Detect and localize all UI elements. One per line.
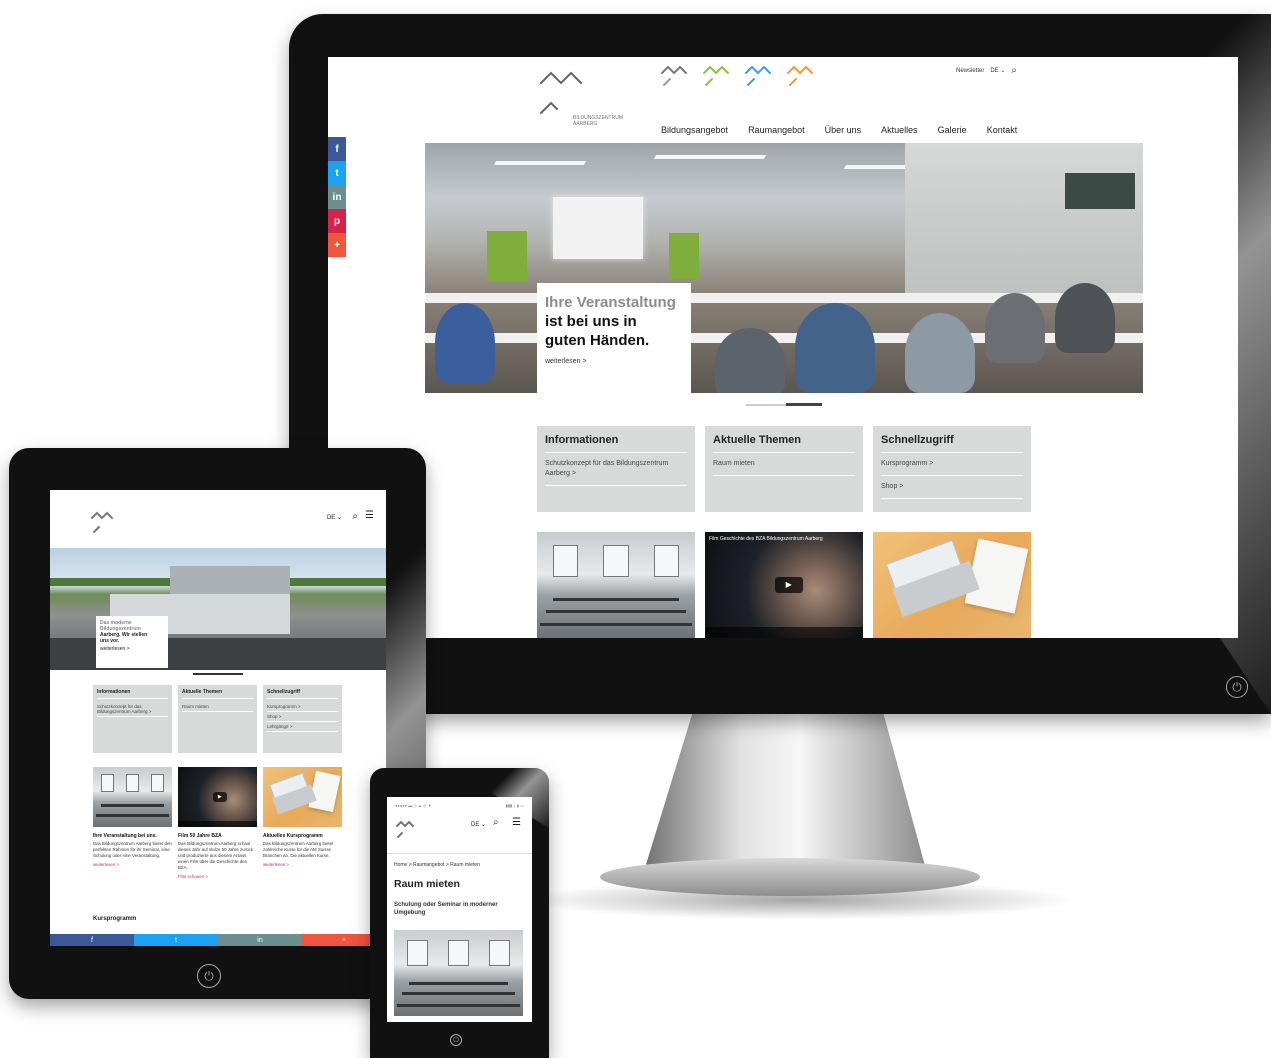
social-share-bar: f t in p + xyxy=(328,137,346,257)
facebook-share-button[interactable]: f xyxy=(50,934,134,946)
status-bar: ●●●●● ▬ ◷ ▲ ◎ ▼ ▮▮▮ ◐ ▮ ▭ xyxy=(395,803,524,808)
card-link[interactable]: Schutzkonzept für das Bildungszentrum Aa… xyxy=(545,453,687,486)
phone-screen: ●●●●● ▬ ◷ ▲ ◎ ▼ ▮▮▮ ◐ ▮ ▭ DE ⌄ ⌕ ☰ Home >… xyxy=(387,797,532,1022)
brand-mark-icon xyxy=(702,63,738,89)
teaser-text: Film 50 Jahre BZA Das Bildungszentrum Aar… xyxy=(178,833,257,880)
teaser-link[interactable]: Film schauen > xyxy=(178,874,257,880)
menu-icon[interactable]: ☰ xyxy=(512,817,521,828)
twitter-share-button[interactable]: t xyxy=(134,934,218,946)
hero-read-more-link[interactable]: weiterlesen > xyxy=(545,358,683,365)
play-icon: ▶ xyxy=(774,576,803,594)
teaser-image-room[interactable] xyxy=(93,767,172,827)
info-card-informationen: Informationen Schutzkonzept für das Bild… xyxy=(537,426,695,512)
hero-headline-2: ist bei uns in xyxy=(545,313,637,330)
monitor-stand-base xyxy=(600,858,980,896)
carousel-indicator[interactable] xyxy=(193,673,243,675)
carousel-indicator[interactable] xyxy=(746,403,822,406)
search-icon[interactable]: ⌕ xyxy=(1011,65,1017,76)
hero-teaser-box: Ihre Veranstaltung ist bei uns in guten … xyxy=(537,283,691,393)
phone-power-icon[interactable]: ⏻ xyxy=(450,1034,462,1046)
room-image xyxy=(394,930,523,1016)
info-card-aktuelle-themen: Aktuelle Themen Raum mieten xyxy=(178,685,257,753)
logo-icon[interactable] xyxy=(90,510,150,540)
monitor-power-icon[interactable]: ⏻ xyxy=(1226,676,1248,698)
brand-marks xyxy=(660,63,822,89)
logo-icon[interactable] xyxy=(395,819,435,843)
teaser-image-room[interactable] xyxy=(537,532,695,638)
search-icon[interactable]: ⌕ xyxy=(493,817,499,828)
pinterest-share-button[interactable]: p xyxy=(328,209,346,233)
tablet-hero-image: Das moderne Bildungszentrum Aarberg. Wir… xyxy=(50,548,386,670)
brand-mark-icon xyxy=(744,63,780,89)
card-link[interactable]: Kursprogramm > xyxy=(881,453,1023,476)
utility-bar: Newsletter DE ⌄ ⌕ xyxy=(956,65,1017,76)
tablet-power-icon[interactable]: ⏻ xyxy=(197,964,221,988)
teaser-link[interactable]: weiterlesen > xyxy=(263,862,342,868)
more-share-button[interactable]: + xyxy=(328,233,346,257)
hero-read-more-link[interactable]: weiterlesen > xyxy=(100,646,164,652)
nav-item-kontakt[interactable]: Kontakt xyxy=(987,125,1018,135)
nav-item-raumangebot[interactable]: Raumangebot xyxy=(748,125,805,135)
info-card-schnellzugriff: Schnellzugriff Kursprogramm > Shop > xyxy=(873,426,1031,512)
hero-headline-3: guten Händen. xyxy=(545,332,650,349)
teaser-image-laptop[interactable] xyxy=(873,532,1031,638)
search-icon[interactable]: ⌕ xyxy=(352,511,358,522)
linkedin-share-button[interactable]: in xyxy=(218,934,302,946)
info-card-informationen: Informationen Schutzkonzept für das Bildu… xyxy=(93,685,172,753)
logo-text: BILDUNGSZENTRUM AARBERG xyxy=(573,115,624,127)
facebook-share-button[interactable]: f xyxy=(328,137,346,161)
teaser-image-laptop[interactable] xyxy=(263,767,342,827)
hero-headline-1: Ihre Veranstaltung xyxy=(545,294,676,311)
nav-item-galerie[interactable]: Galerie xyxy=(938,125,967,135)
play-icon: ▶ xyxy=(212,792,227,802)
tablet-screen: DE ⌄ ⌕ ☰ Das moderne Bildungszentrum Aar… xyxy=(50,490,386,946)
linkedin-share-button[interactable]: in xyxy=(328,185,346,209)
info-card-aktuelle-themen: Aktuelle Themen Raum mieten xyxy=(705,426,863,512)
newsletter-link[interactable]: Newsletter xyxy=(956,68,984,74)
teaser-video-player[interactable]: Film Geschichte des BZA Bildungszentrum … xyxy=(705,532,863,638)
nav-item-aktuelles[interactable]: Aktuelles xyxy=(881,125,918,135)
twitter-share-button[interactable]: t xyxy=(328,161,346,185)
info-card-schnellzugriff: Schnellzugriff Kursprogramm > Shop > Leh… xyxy=(263,685,342,753)
nav-item-bildungsangebot[interactable]: Bildungsangebot xyxy=(661,125,728,135)
language-select[interactable]: DE ⌄ xyxy=(327,514,342,521)
card-link[interactable]: Shop > xyxy=(881,476,1023,499)
page-subtitle: Schulung oder Seminar in moderner Umgebu… xyxy=(394,902,498,916)
language-select[interactable]: DE ⌄ xyxy=(471,821,486,828)
teaser-link[interactable]: weiterlesen > xyxy=(93,862,172,868)
teaser-text: Ihre Veranstaltung bei uns. Das Bildungsz… xyxy=(93,833,172,868)
social-share-bar: f t in + xyxy=(50,934,386,946)
card-link[interactable]: Raum mieten xyxy=(713,453,855,476)
hero-image: Ihre Veranstaltung ist bei uns in guten … xyxy=(425,143,1143,393)
main-nav: Bildungsangebot Raumangebot Über uns Akt… xyxy=(661,125,1017,135)
monitor-screen: BILDUNGSZENTRUM AARBERG Newsletter DE ⌄ … xyxy=(328,57,1238,638)
tablet-hero-teaser: Das moderne Bildungszentrum Aarberg. Wir… xyxy=(96,616,168,668)
teaser-video-player[interactable]: ▶ xyxy=(178,767,257,827)
tablet-header: DE ⌄ ⌕ ☰ xyxy=(50,490,386,548)
section-heading-kursprogramm: Kursprogramm xyxy=(93,916,137,922)
page-title: Raum mieten xyxy=(394,878,460,890)
language-select[interactable]: DE ⌄ xyxy=(990,67,1005,74)
menu-icon[interactable]: ☰ xyxy=(365,510,374,521)
breadcrumb[interactable]: Home > Raumangebot > Raum mieten xyxy=(394,862,480,868)
brand-mark-icon xyxy=(660,63,696,89)
teaser-text: Aktuelles Kursprogramm Das Bildungszentru… xyxy=(263,833,342,868)
brand-mark-icon xyxy=(786,63,822,89)
nav-item-ueber-uns[interactable]: Über uns xyxy=(825,125,862,135)
